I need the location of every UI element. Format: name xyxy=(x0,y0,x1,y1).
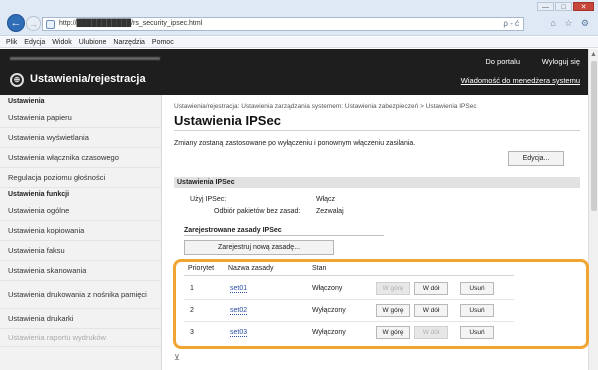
close-icon[interactable]: ✕ xyxy=(573,2,594,11)
address-bar[interactable]: http://███████████/rs_security_ipsec.htm… xyxy=(42,17,524,31)
page-title: Ustawienia IPSec xyxy=(174,113,281,128)
edit-button[interactable]: Edycja... xyxy=(508,151,564,166)
register-policy-button[interactable]: Zarejestruj nową zasadę... xyxy=(184,240,334,255)
vertical-scrollbar[interactable]: ▲ xyxy=(588,49,598,370)
menu-edit[interactable]: Edycja xyxy=(24,37,45,47)
browser-titlebar: — □ ✕ ← → http://███████████/rs_security… xyxy=(0,0,598,36)
table-header-rule xyxy=(184,275,514,276)
no-policy-value: Zezwalaj xyxy=(316,208,344,215)
row1-policy-link[interactable]: set01 xyxy=(230,285,248,293)
browser-menubar: Plik Edycja Widok Ulubione Narzędzia Pom… xyxy=(0,37,598,48)
sidebar-item-scan[interactable]: Ustawienia skanowania xyxy=(0,261,161,281)
row3-state: Wyłączony xyxy=(312,329,346,336)
scroll-up-icon[interactable]: ▲ xyxy=(590,51,597,58)
minimize-icon[interactable]: — xyxy=(537,2,554,11)
sidebar-item-timer[interactable]: Ustawienia włącznika czasowego xyxy=(0,148,161,168)
row1-delete-button[interactable]: Usuń xyxy=(460,282,494,295)
window-controls: — □ ✕ xyxy=(537,2,594,11)
row2-policy-link[interactable]: set02 xyxy=(230,307,248,315)
sidebar-item-display[interactable]: Ustawienia wyświetlania xyxy=(0,128,161,148)
sidebar-item-fax[interactable]: Ustawienia faksu xyxy=(0,241,161,261)
scroll-thumb[interactable] xyxy=(591,61,597,211)
sidebar-section-settings: Ustawienia xyxy=(8,98,45,105)
app-header: ⊕ Ustawienia/rejestracja Do portalu Wylo… xyxy=(0,49,588,95)
row3-move-up-button[interactable]: W górę xyxy=(376,326,410,339)
sidebar-item-printer[interactable]: Ustawienia drukarki xyxy=(0,309,161,329)
breadcrumb: Ustawienia/rejestracja: Ustawienia zarzą… xyxy=(174,103,477,110)
section-header-ipsec: Ustawienia IPSec xyxy=(174,177,580,188)
row3-priority: 3 xyxy=(190,329,194,336)
row1-priority: 1 xyxy=(190,285,194,292)
registered-policies-title: Zarejestrowane zasady IPSec xyxy=(184,227,282,234)
blurred-device-info xyxy=(10,57,160,60)
menu-favorites[interactable]: Ulubione xyxy=(79,37,107,47)
row3-delete-button[interactable]: Usuń xyxy=(460,326,494,339)
sidebar-item-common[interactable]: Ustawienia ogólne xyxy=(0,201,161,221)
row2-move-down-button[interactable]: W dół xyxy=(414,304,448,317)
search-refresh-icon[interactable]: ρ - ć xyxy=(503,19,519,28)
menu-help[interactable]: Pomoc xyxy=(152,37,174,47)
sidebar-item-copy[interactable]: Ustawienia kopiowania xyxy=(0,221,161,241)
row1-move-down-button[interactable]: W dół xyxy=(414,282,448,295)
row1-rule xyxy=(184,299,514,300)
sidebar-item-paper[interactable]: Ustawienia papieru xyxy=(0,108,161,128)
row2-priority: 2 xyxy=(190,307,194,314)
row2-state: Wyłączony xyxy=(312,307,346,314)
row2-rule xyxy=(184,321,514,322)
row3-policy-link[interactable]: set03 xyxy=(230,329,248,337)
no-policy-label: Odbiór pakietów bez zasad: xyxy=(214,208,301,215)
app-title: Ustawienia/rejestracja xyxy=(30,73,146,85)
title-divider xyxy=(174,130,580,131)
menu-view[interactable]: Widok xyxy=(52,37,71,47)
row1-state: Włączony xyxy=(312,285,343,292)
sidebar-item-volume[interactable]: Regulacja poziomu głośności xyxy=(0,168,161,188)
sidebar: Ustawienia Ustawienia papieru Ustawienia… xyxy=(0,95,162,370)
page-icon xyxy=(46,20,55,29)
restart-note: Zmiany zostaną zastosowane po wyłączeniu… xyxy=(174,140,416,147)
header-state: Stan xyxy=(312,265,327,272)
policies-divider xyxy=(184,235,384,236)
settings-logo-icon: ⊕ xyxy=(10,73,24,87)
sidebar-item-report[interactable]: Ustawienia raportu wydruków xyxy=(0,329,161,347)
message-admin-link[interactable]: Wiadomość do menedżera systemu xyxy=(461,76,580,85)
address-url[interactable]: http://███████████/rs_security_ipsec.htm… xyxy=(59,20,202,27)
back-to-top-icon[interactable]: ⊻ xyxy=(174,353,180,362)
sidebar-item-memory-print[interactable]: Ustawienia drukowania z nośnika pamięci xyxy=(0,281,161,309)
row1-move-up-button[interactable]: W górę xyxy=(376,282,410,295)
header-priority: Priorytet xyxy=(188,265,215,272)
row2-move-up-button[interactable]: W górę xyxy=(376,304,410,317)
header-policy-name: Nazwa zasady xyxy=(228,265,274,272)
forward-arrow-icon[interactable]: → xyxy=(26,16,41,31)
home-favorites-settings-icon[interactable]: ⌂ ☆ ⚙ xyxy=(550,18,592,29)
maximize-icon[interactable]: □ xyxy=(555,2,572,11)
menu-file[interactable]: Plik xyxy=(6,37,17,47)
main-content: Ustawienia/rejestracja: Ustawienia zarzą… xyxy=(162,95,589,370)
back-arrow-icon[interactable]: ← xyxy=(7,14,25,32)
row3-move-down-button[interactable]: W dół xyxy=(414,326,448,339)
use-ipsec-label: Użyj IPSec: xyxy=(190,196,227,203)
menu-tools[interactable]: Narzędzia xyxy=(113,37,145,47)
use-ipsec-value: Włącz xyxy=(316,196,336,203)
portal-link[interactable]: Do portalu xyxy=(485,57,520,66)
row2-delete-button[interactable]: Usuń xyxy=(460,304,494,317)
sidebar-section-functions: Ustawienia funkcji xyxy=(8,191,70,198)
logout-link[interactable]: Wyloguj się xyxy=(542,57,580,66)
